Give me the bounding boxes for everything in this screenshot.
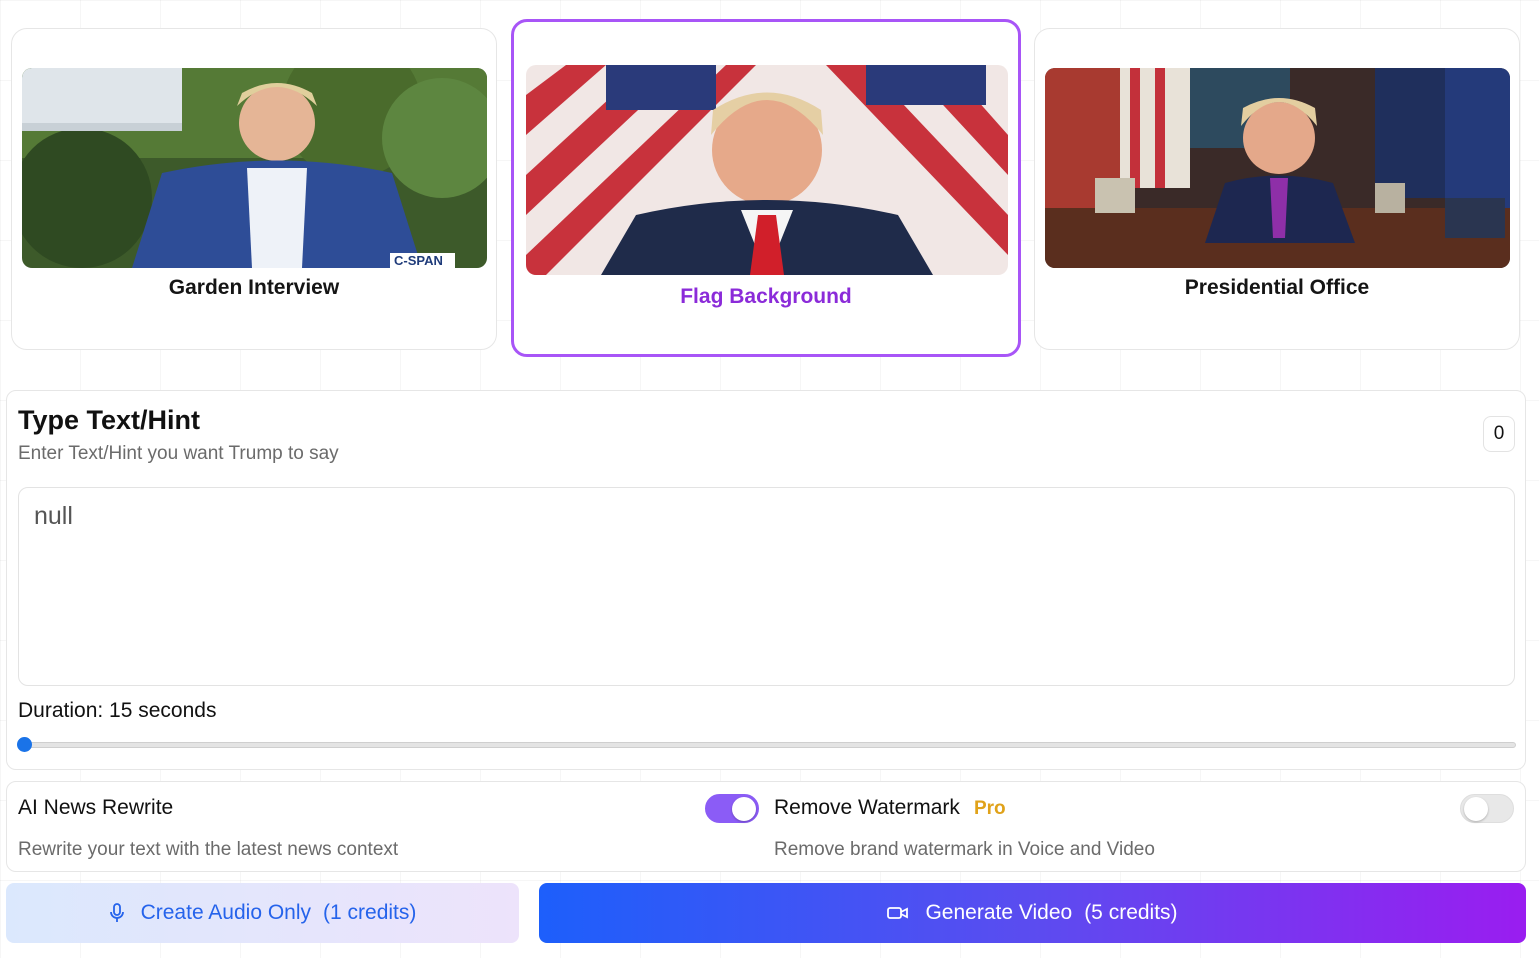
scene-card-presidential-office[interactable]: Presidential Office: [1034, 28, 1520, 350]
text-input-panel: Type Text/Hint Enter Text/Hint you want …: [6, 390, 1526, 770]
broadcaster-watermark: C-SPAN: [394, 253, 443, 268]
scene-label: Garden Interview: [168, 276, 340, 299]
garden-interview-thumbnail: C-SPAN: [22, 68, 487, 268]
ai-news-rewrite-description: Rewrite your text with the latest news c…: [18, 839, 399, 860]
remove-watermark-toggle[interactable]: [1460, 794, 1514, 823]
text-hint-input[interactable]: null: [18, 487, 1515, 686]
scene-card-garden-interview[interactable]: C-SPAN Garden Interview: [11, 28, 497, 350]
video-camera-icon: [887, 905, 909, 921]
character-count-badge: 0: [1483, 416, 1515, 452]
pro-badge: Pro: [973, 798, 1006, 819]
create-audio-only-button[interactable]: Create Audio Only (1 credits): [6, 883, 519, 943]
options-panel: AI News Rewrite Rewrite your text with t…: [6, 781, 1526, 872]
flag-background-thumbnail: [526, 65, 1008, 275]
ai-news-rewrite-toggle[interactable]: [705, 794, 759, 823]
generate-video-button[interactable]: Generate Video (5 credits): [539, 883, 1526, 943]
scene-label: Flag Background: [680, 285, 852, 308]
video-button-credits: (5 credits): [1084, 901, 1178, 924]
panel-subtitle: Enter Text/Hint you want Trump to say: [18, 443, 339, 464]
duration-label: Duration: 15 seconds: [18, 699, 217, 722]
remove-watermark-label: Remove Watermark: [774, 796, 960, 819]
audio-button-label: Create Audio Only: [140, 901, 312, 924]
microphone-icon: [109, 903, 125, 923]
video-button-label: Generate Video: [925, 901, 1073, 924]
ai-news-rewrite-label: AI News Rewrite: [18, 796, 174, 819]
presidential-office-thumbnail: [1045, 68, 1510, 268]
remove-watermark-label-group: Remove Watermark Pro: [774, 796, 1006, 820]
toggle-knob: [732, 797, 756, 821]
duration-slider-handle[interactable]: [17, 737, 32, 752]
scene-card-flag-background[interactable]: Flag Background: [511, 19, 1021, 357]
audio-button-credits: (1 credits): [323, 901, 417, 924]
duration-slider[interactable]: [21, 742, 1516, 748]
scene-label: Presidential Office: [1184, 276, 1370, 299]
toggle-knob: [1464, 797, 1488, 821]
remove-watermark-description: Remove brand watermark in Voice and Vide…: [774, 839, 1155, 860]
panel-title: Type Text/Hint: [18, 405, 201, 435]
